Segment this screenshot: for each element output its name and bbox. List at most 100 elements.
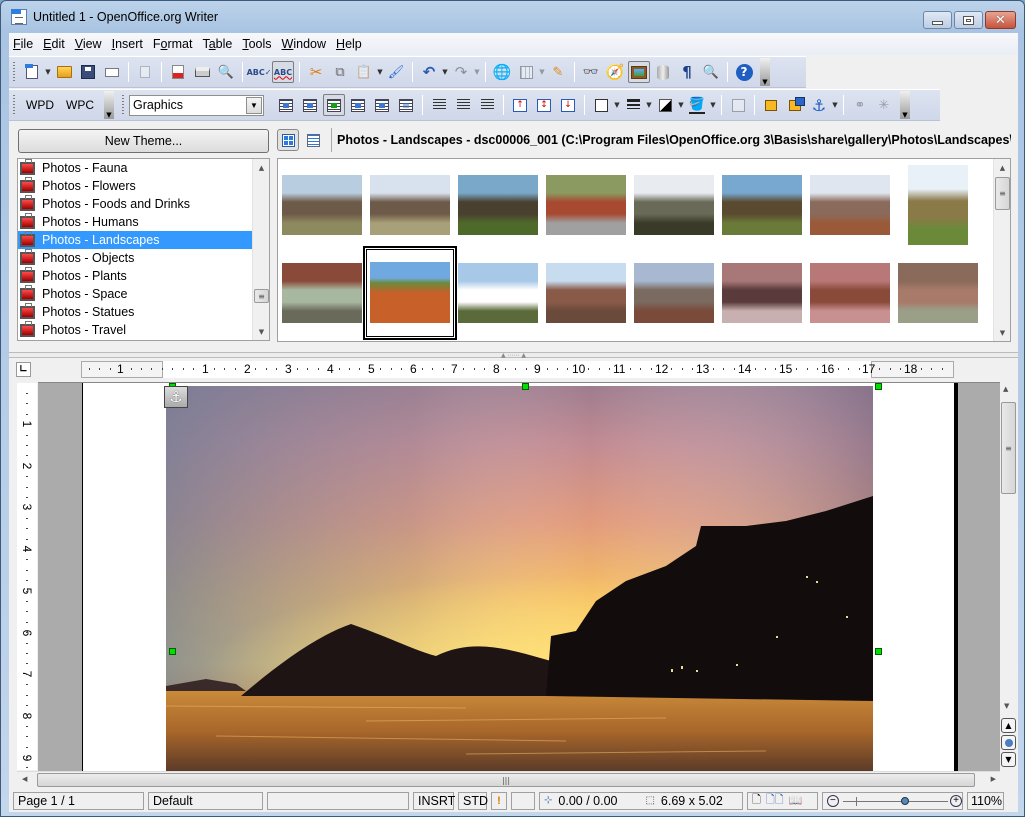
- close-button[interactable]: ✕: [985, 11, 1016, 29]
- menu-file[interactable]: File: [9, 37, 37, 51]
- undo-button[interactable]: ↶: [418, 61, 440, 83]
- navigator-button[interactable]: 🧭: [604, 61, 626, 83]
- menu-table[interactable]: Table: [198, 37, 236, 51]
- new-dropdown-arrow[interactable]: ▼: [44, 68, 52, 76]
- unlink-frames-button[interactable]: ⚭: [849, 94, 871, 116]
- data-sources-button[interactable]: [652, 61, 674, 83]
- gallery-thumbnail-red-cliff-road[interactable]: [546, 175, 626, 235]
- menu-edit[interactable]: Edit: [39, 37, 69, 51]
- minimize-button[interactable]: [923, 11, 952, 29]
- align-left-button[interactable]: [428, 94, 450, 116]
- maximize-button[interactable]: [954, 11, 983, 29]
- wrap-left-button[interactable]: [347, 94, 369, 116]
- page-preview-button[interactable]: 🔍: [215, 61, 237, 83]
- unlink-button[interactable]: ✳: [873, 94, 895, 116]
- scroll-thumb[interactable]: ≡: [1001, 402, 1016, 494]
- border-color-dropdown-arrow[interactable]: ▼: [677, 101, 685, 109]
- detailed-view-button[interactable]: [302, 129, 324, 151]
- table-dropdown-arrow[interactable]: ▼: [538, 68, 546, 76]
- zoom-button[interactable]: 🔍: [700, 61, 722, 83]
- spellcheck-button[interactable]: ABC✓: [247, 61, 272, 83]
- redo-dropdown-arrow[interactable]: ▼: [473, 68, 481, 76]
- gallery-thumbnail-gorge[interactable]: [810, 175, 890, 235]
- send-to-back-button[interactable]: [784, 94, 806, 116]
- table-button[interactable]: [515, 61, 537, 83]
- align-top-button[interactable]: ↑: [509, 94, 531, 116]
- toolbar-overflow-button[interactable]: ▼: [760, 58, 770, 86]
- tab-stop-selector[interactable]: ∟: [16, 362, 31, 377]
- zoom-percent-field[interactable]: 110%: [967, 791, 1004, 810]
- gallery-thumbnail-rock-grass[interactable]: [898, 263, 978, 323]
- wpc-button[interactable]: WPC: [60, 98, 100, 112]
- zoom-out-button[interactable]: −: [827, 794, 839, 807]
- icon-view-button[interactable]: [277, 129, 299, 151]
- previous-page-button[interactable]: ▲: [1001, 718, 1016, 733]
- document-canvas[interactable]: [38, 382, 1000, 771]
- menu-view[interactable]: View: [71, 37, 106, 51]
- gallery-thumbnail-striped-hill[interactable]: [282, 175, 362, 235]
- gallery-thumbnail-layered-rock[interactable]: [722, 263, 802, 323]
- digital-signature-field[interactable]: [511, 791, 535, 810]
- document-modified-indicator[interactable]: !: [491, 791, 507, 810]
- borders-dropdown-arrow[interactable]: ▼: [613, 101, 621, 109]
- wrap-through-button[interactable]: [395, 94, 417, 116]
- align-bottom-button[interactable]: ↓: [557, 94, 579, 116]
- scroll-left-arrow[interactable]: ◀: [22, 775, 27, 783]
- chevron-down-icon[interactable]: ▼: [246, 96, 262, 114]
- gallery-thumbnail-red-rock[interactable]: [810, 263, 890, 323]
- new-document-button[interactable]: [21, 61, 43, 83]
- theme-list-item[interactable]: Photos - Statues: [18, 302, 253, 321]
- selection-mode-field[interactable]: STD: [458, 791, 488, 810]
- scroll-thumb[interactable]: |||: [37, 773, 975, 787]
- line-style-dropdown-arrow[interactable]: ▼: [645, 101, 653, 109]
- cut-button[interactable]: ✂: [305, 61, 327, 83]
- resize-handle-right[interactable]: [875, 648, 882, 655]
- book-view-icon[interactable]: 📖: [789, 794, 803, 807]
- vertical-ruler[interactable]: 123456789: [17, 383, 37, 770]
- background-color-dropdown-arrow[interactable]: ▼: [709, 101, 717, 109]
- thumbnails-scrollbar[interactable]: ▲ ≡ ▼: [993, 159, 1010, 341]
- page-wrap-button[interactable]: [299, 94, 321, 116]
- menu-window[interactable]: Window: [278, 37, 330, 51]
- theme-list-item[interactable]: Photos - Plants: [18, 266, 253, 285]
- wrap-right-button[interactable]: [371, 94, 393, 116]
- theme-list-item[interactable]: Photos - Humans: [18, 212, 253, 231]
- new-theme-button[interactable]: New Theme...: [18, 129, 269, 153]
- document-page[interactable]: [82, 383, 958, 771]
- gallery-thumbnail-hill-blue-sky[interactable]: [722, 175, 802, 235]
- toolbar-overflow-button[interactable]: ▼: [900, 91, 910, 119]
- resize-handle-top[interactable]: [522, 383, 529, 390]
- email-button[interactable]: [101, 61, 123, 83]
- single-page-view-icon[interactable]: 🗋: [752, 791, 761, 810]
- toolbar-grip[interactable]: [12, 94, 16, 116]
- theme-list-item[interactable]: Photos - Fauna: [18, 159, 253, 177]
- frame-style-combobox[interactable]: Graphics ▼: [129, 94, 264, 116]
- nonprinting-characters-button[interactable]: ¶: [676, 61, 698, 83]
- help-button[interactable]: ?: [733, 61, 755, 83]
- menu-format[interactable]: Format: [149, 37, 197, 51]
- export-pdf-button[interactable]: [167, 61, 189, 83]
- scroll-thumb[interactable]: ≡: [254, 289, 269, 303]
- menu-insert[interactable]: Insert: [108, 37, 147, 51]
- theme-list-item[interactable]: Photos - Foods and Drinks: [18, 194, 253, 213]
- bring-to-front-button[interactable]: [760, 94, 782, 116]
- gallery-thumbnail-quarry[interactable]: [546, 263, 626, 323]
- page-style-field[interactable]: Default: [148, 791, 263, 810]
- align-middle-button[interactable]: ↕: [533, 94, 555, 116]
- document-horizontal-scrollbar[interactable]: ◀ ||| ▶: [17, 771, 1000, 788]
- gallery-splitter[interactable]: ▲ ⋯⋯ ▲: [9, 352, 1018, 359]
- zoom-in-button[interactable]: +: [950, 794, 962, 807]
- zoom-slider-knob[interactable]: [900, 796, 909, 805]
- theme-list-item[interactable]: Photos - Objects: [18, 248, 253, 267]
- scroll-up-arrow[interactable]: ▲: [1003, 385, 1008, 393]
- anchor-button[interactable]: ⚓: [808, 94, 830, 116]
- page-number-field[interactable]: Page 1 / 1: [13, 791, 144, 810]
- clone-formatting-button[interactable]: 🖌: [385, 61, 407, 83]
- menu-help[interactable]: Help: [332, 37, 366, 51]
- theme-list-item[interactable]: Photos - Landscapes: [18, 230, 253, 249]
- link-frames-button[interactable]: [727, 94, 749, 116]
- auto-spellcheck-button[interactable]: ABC: [272, 61, 294, 83]
- anchor-marker-icon[interactable]: ⚓: [164, 386, 188, 408]
- undo-dropdown-arrow[interactable]: ▼: [441, 68, 449, 76]
- gallery-thumbnail-striped-hill-2[interactable]: [370, 175, 450, 235]
